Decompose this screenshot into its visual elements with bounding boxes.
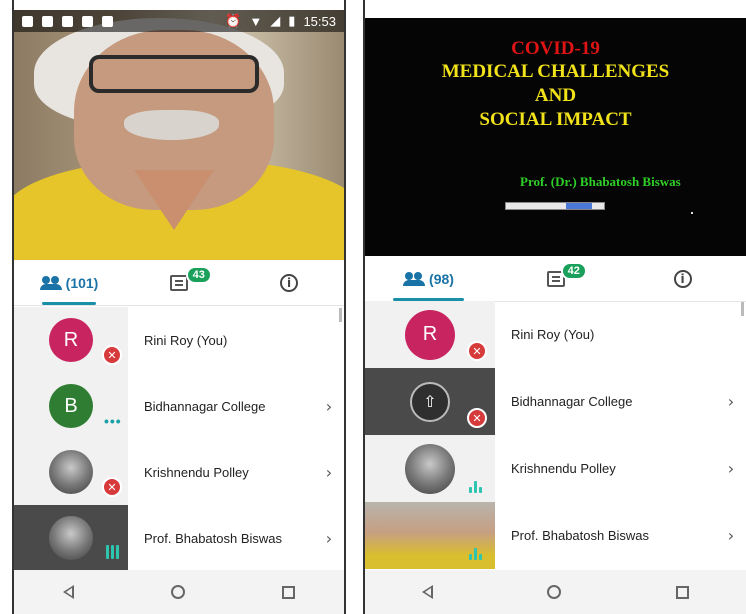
tab-info[interactable]: i [619,256,746,301]
participant-row[interactable]: B ••• Bidhannagar College › [14,373,344,439]
info-icon: i [673,269,692,288]
chat-badge: 43 [185,266,212,284]
recents-icon[interactable] [675,585,689,599]
speaker-off-icon: ✕ [467,408,487,428]
chevron-right-icon[interactable]: › [314,463,344,482]
slide-author: Prof. (Dr.) Bhabatosh Biswas [520,174,681,189]
mic-off-icon: ✕ [102,345,122,365]
participant-count: (98) [429,270,454,287]
chevron-right-icon[interactable]: › [314,529,344,548]
recents-icon[interactable] [282,585,296,599]
alarm-icon: ⏰ [225,13,242,28]
speaking-icon [106,545,119,559]
back-icon[interactable] [62,585,74,599]
participant-row[interactable]: Krishnendu Polley › [365,435,746,502]
people-icon [403,271,426,286]
home-icon[interactable] [170,585,185,599]
avatar [405,443,455,494]
avatar: R [405,309,455,360]
phone-screen-left: ⏰ ▼ ◢ ▮ 15:53 (101) 43 i R ✕ Rini Roy (Y… [12,0,346,614]
tab-chat[interactable]: 43 [124,260,234,305]
people-icon [39,275,62,290]
presentation-video[interactable]: COVID-19 MEDICAL CHALLENGES AND SOCIAL I… [365,18,746,256]
mic-off-icon: ✕ [102,477,122,497]
tab-participants[interactable]: (101) [14,260,124,305]
participant-row[interactable]: R ✕ Rini Roy (You) [365,301,746,368]
phone-screen-right: COVID-19 MEDICAL CHALLENGES AND SOCIAL I… [363,0,746,614]
participant-row[interactable]: ✕ Krishnendu Polley › [14,439,344,505]
speaking-icon [469,481,482,493]
slide-title: COVID-19 [511,38,600,59]
status-bar: ⏰ ▼ ◢ ▮ 15:53 [14,10,344,32]
back-icon[interactable] [422,585,434,599]
chevron-right-icon[interactable]: › [716,459,746,478]
notification-icons [22,15,113,27]
participant-name: Rini Roy (You) [144,332,228,348]
participant-row[interactable]: Prof. Bhabatosh Biswas › [365,502,746,569]
tab-chat[interactable]: 42 [492,256,619,301]
participant-name: Bidhannagar College [144,398,266,414]
clock: 15:53 [303,13,336,29]
screen-share-icon: ⇧ [410,381,450,422]
avatar: R [49,318,93,362]
participant-count: (101) [65,274,99,291]
video-thumbnail [365,502,495,569]
participant-row[interactable]: R ✕ Rini Roy (You) [14,307,344,373]
mic-off-icon: ✕ [467,341,487,361]
info-icon: i [280,273,298,292]
android-nav-bar [14,570,344,614]
gallery-icon [42,15,53,27]
chevron-right-icon[interactable]: › [314,397,344,416]
presentation-slide: COVID-19 MEDICAL CHALLENGES AND SOCIAL I… [365,18,746,256]
participant-name: Bidhannagar College [511,394,633,409]
chevron-right-icon[interactable]: › [716,392,746,411]
meeting-tabs: (98) 42 i [365,256,746,302]
participant-list: R ✕ Rini Roy (You) B ••• Bidhannagar Col… [14,307,344,571]
android-nav-bar [365,570,746,614]
notification-icon [22,15,33,27]
wifi-icon: ▼ [249,13,263,29]
main-video[interactable] [14,10,344,260]
participant-row[interactable]: Prof. Bhabatosh Biswas › [14,505,344,571]
speaking-icon [469,548,482,560]
chat-badge: 42 [560,262,587,280]
avatar [49,516,93,560]
avatar: B [49,384,93,428]
home-icon[interactable] [547,585,562,599]
chevron-right-icon[interactable]: › [716,526,746,545]
battery-icon: ▮ [288,13,296,28]
participant-name: Rini Roy (You) [511,327,595,342]
slide-line: SOCIAL IMPACT [479,109,632,130]
meeting-tabs: (101) 43 i [14,260,344,306]
slide-line: AND [534,85,577,106]
participant-name: Krishnendu Polley [144,464,249,480]
tab-participants[interactable]: (98) [365,256,492,301]
more-dots-icon: ••• [104,413,122,429]
participant-list: R ✕ Rini Roy (You) ⇧ ✕ Bidhannagar Colle… [365,301,746,569]
participant-name: Prof. Bhabatosh Biswas [144,530,283,546]
signal-icon: ◢ [270,13,281,28]
participant-name: Prof. Bhabatosh Biswas [511,528,650,543]
calendar-icon [82,15,93,27]
share-bar [505,202,605,210]
phone-icon [102,15,113,27]
slide-line: MEDICAL CHALLENGES [441,61,670,82]
tab-info[interactable]: i [234,260,344,305]
participant-name: Krishnendu Polley [511,461,616,476]
location-icon [62,15,73,27]
participant-row[interactable]: ⇧ ✕ Bidhannagar College › [365,368,746,435]
avatar [49,450,93,494]
